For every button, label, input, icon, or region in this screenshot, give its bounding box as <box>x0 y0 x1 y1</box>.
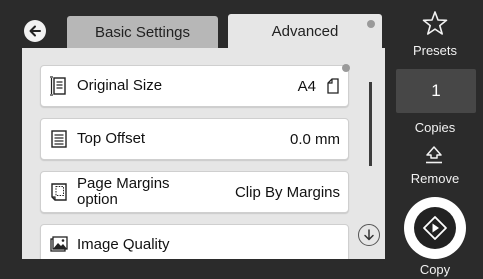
copy-button-inner <box>414 207 456 249</box>
bottom-bar <box>0 259 387 279</box>
setting-label-line1: Page Margins <box>77 175 170 192</box>
setting-page-margins[interactable]: Page Margins option Clip By Margins <box>40 171 349 213</box>
scroll-down-button[interactable] <box>358 224 380 246</box>
back-arrow-icon <box>29 25 41 37</box>
tab-advanced-label: Advanced <box>271 22 339 40</box>
start-diamond-icon <box>423 216 447 240</box>
arrow-down-icon <box>364 229 374 241</box>
remove-label: Remove <box>410 171 460 186</box>
tab-advanced[interactable]: Advanced <box>228 14 382 48</box>
original-size-icon <box>50 76 66 96</box>
back-button[interactable] <box>24 20 46 42</box>
setting-label-group: Page Margins option <box>77 176 235 208</box>
document-lines-icon <box>51 130 67 148</box>
copies-value: 1 <box>431 81 441 100</box>
setting-value: Clip By Margins <box>234 183 340 201</box>
tab-basic-settings[interactable]: Basic Settings <box>67 16 218 48</box>
setting-top-offset[interactable]: Top Offset 0.0 mm <box>40 118 349 160</box>
scrollbar[interactable] <box>369 82 372 166</box>
setting-label: Top Offset <box>77 130 146 147</box>
setting-label-line2: option <box>77 191 118 208</box>
advanced-settings-panel: Original Size A4 Top Offset 0.0 mm Page … <box>22 48 385 266</box>
portrait-orientation-icon <box>327 78 339 94</box>
tab-indicator-dot <box>367 20 375 28</box>
eject-icon <box>426 146 442 164</box>
page-margins-icon <box>51 183 67 201</box>
setting-label: Image Quality <box>77 236 170 253</box>
copy-label: Copy <box>419 262 451 277</box>
setting-value-group: A4 <box>298 78 340 95</box>
copy-start-button[interactable] <box>404 197 466 259</box>
image-quality-icon <box>50 236 68 252</box>
setting-label: Original Size <box>77 77 163 94</box>
star-icon <box>422 11 448 35</box>
copy-settings-screen: Basic Settings Advanced Original Size A4 <box>0 0 483 279</box>
presets-label: Presets <box>412 43 458 58</box>
tab-basic-settings-label: Basic Settings <box>94 23 191 41</box>
presets-button[interactable] <box>422 10 448 41</box>
changed-indicator-dot <box>342 64 350 72</box>
setting-value-group: 0.0 mm <box>290 131 340 148</box>
copies-label: Copies <box>414 120 456 135</box>
copies-input[interactable]: 1 <box>396 69 476 113</box>
setting-value-group: Clip By Margins <box>235 184 340 201</box>
remove-button[interactable] <box>423 144 445 171</box>
setting-value: 0.0 mm <box>289 130 340 148</box>
setting-original-size[interactable]: Original Size A4 <box>40 64 350 107</box>
setting-value: A4 <box>297 77 316 95</box>
